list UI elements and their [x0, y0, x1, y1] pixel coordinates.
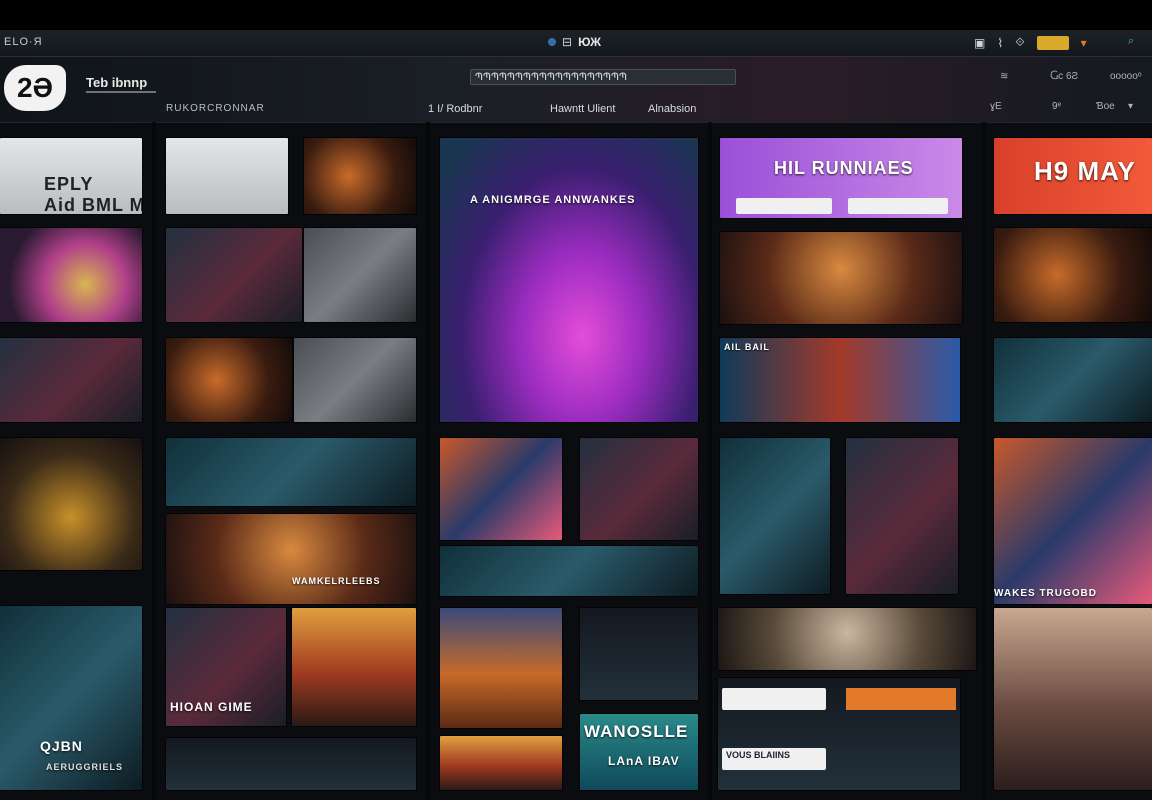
media-tile[interactable] — [846, 438, 958, 594]
header-control-2[interactable]: Ⴚc 6Ƨ — [1050, 71, 1078, 82]
media-tile[interactable] — [994, 608, 1152, 790]
media-tile[interactable] — [292, 608, 416, 726]
title-center: ⊟ ЮЖ — [548, 35, 601, 49]
media-tile[interactable] — [0, 338, 142, 422]
media-tile[interactable] — [166, 228, 302, 322]
shield-icon[interactable]: ▾ — [1081, 36, 1087, 50]
media-tile[interactable] — [440, 546, 698, 596]
brand-underline — [86, 91, 156, 93]
chevron-down-icon[interactable]: ▾ — [1128, 101, 1133, 112]
header-sort-select[interactable]: Ɓoe — [1096, 101, 1115, 112]
title-center-label[interactable]: ЮЖ — [578, 35, 601, 49]
media-tile[interactable] — [580, 438, 698, 540]
media-tile[interactable]: H9 MAY — [994, 138, 1152, 214]
column-divider — [982, 122, 986, 800]
header-control-5[interactable]: 9ᵉ — [1052, 101, 1061, 112]
header-subtitle: RUKORCRONNAR — [166, 103, 265, 114]
tile-caption: H9 MAY — [1034, 156, 1136, 186]
tile-caption: WAMKELRLEEBS — [292, 576, 381, 586]
search-icon[interactable]: ⌕ — [1128, 35, 1134, 48]
media-tile[interactable] — [166, 438, 416, 506]
status-dot-icon — [548, 38, 556, 46]
media-tile[interactable] — [0, 228, 142, 322]
media-tile[interactable]: WAKES TRUGOBD — [994, 438, 1152, 604]
media-tile[interactable] — [720, 232, 962, 324]
tile-button[interactable] — [848, 198, 948, 214]
search-input[interactable] — [470, 69, 736, 85]
media-tile[interactable]: WANOSLLE LAnA IBAV — [580, 714, 698, 790]
tile-orange-bar[interactable] — [846, 688, 956, 710]
media-tile[interactable] — [580, 608, 698, 700]
column-divider — [426, 122, 430, 800]
tile-caption: WANOSLLE — [584, 722, 689, 741]
tile-caption: HIOAN GIME — [170, 700, 253, 714]
link-icon[interactable]: ⟐ — [1015, 35, 1024, 50]
column-divider — [152, 122, 156, 800]
media-tile[interactable]: HIL RUNNIAES — [720, 138, 962, 218]
tile-subcaption: LAnA IBAV — [608, 754, 680, 768]
graph-icon[interactable]: ⌇ — [997, 36, 1003, 50]
media-tile[interactable] — [166, 338, 292, 422]
featured-tile[interactable]: A ANIGMRGE ANNWANKES — [440, 138, 698, 422]
header: 2Ә Teb ibnnp RUKORCRONNAR 1 I/ Rodbnr Ha… — [0, 57, 1152, 123]
tile-caption: AIL BAIL — [724, 342, 770, 352]
media-tile[interactable] — [720, 438, 830, 594]
media-tile[interactable] — [166, 138, 288, 214]
media-tile[interactable]: HIOAN GIME — [166, 608, 286, 726]
tile-label: VOUS BLAIINS — [722, 748, 826, 770]
nav-item-3[interactable]: Alnabsion — [648, 103, 696, 115]
featured-caption: A ANIGMRGE ANNWANKES — [470, 194, 636, 206]
window-icon[interactable]: ▣ — [974, 36, 985, 50]
media-tile[interactable] — [440, 736, 562, 790]
tile-button[interactable] — [722, 688, 826, 710]
tile-caption: WAKES TRUGOBD — [994, 588, 1097, 599]
title-right-icons: ▣ ⌇ ⟐ ▾ — [974, 35, 1087, 50]
header-control-1[interactable]: ≋ — [1000, 71, 1008, 82]
nav-item-2[interactable]: Hawntt Ulient — [550, 103, 615, 115]
header-control-3[interactable]: oooooᵒ — [1110, 71, 1142, 82]
nav-item-1[interactable]: 1 I/ Rodbnr — [428, 103, 482, 115]
logo[interactable]: 2Ә — [4, 65, 66, 111]
media-tile[interactable] — [304, 228, 416, 322]
tile-button[interactable] — [736, 198, 832, 214]
column-divider — [708, 122, 712, 800]
media-tile[interactable] — [440, 438, 562, 540]
media-tile[interactable]: WAMKELRLEEBS — [166, 514, 416, 604]
tile-caption: HIL RUNNIAES — [774, 158, 914, 178]
media-tile[interactable]: EPLY Aid BML MYA — [0, 138, 142, 214]
brand-title: Teb ibnnp — [86, 75, 148, 90]
media-tile[interactable]: AIL BAIL — [720, 338, 960, 422]
media-tile[interactable] — [718, 608, 976, 670]
tile-caption: QJBN — [40, 738, 83, 754]
media-tile[interactable] — [0, 438, 142, 570]
tile-subcaption: AERUGGRIELS — [46, 762, 124, 772]
media-grid: EPLY Aid BML MYA QJBN AERUGGRIELS WAMKEL… — [0, 122, 1152, 800]
media-tile[interactable] — [994, 228, 1152, 322]
media-tile[interactable] — [166, 738, 416, 790]
grid-icon[interactable]: ⊟ — [562, 35, 572, 49]
tile-caption: EPLY Aid BML MYA — [44, 174, 142, 214]
media-tile[interactable] — [994, 338, 1152, 422]
header-control-4[interactable]: ɣE — [990, 101, 1002, 112]
title-bar: ELO·Я ⊟ ЮЖ ▣ ⌇ ⟐ ▾ ⌕ — [0, 30, 1152, 57]
top-strip — [0, 0, 1152, 30]
media-tile[interactable] — [440, 608, 562, 728]
media-tile[interactable] — [294, 338, 416, 422]
media-tile[interactable]: VOUS BLAIINS — [718, 678, 960, 790]
media-tile[interactable]: QJBN AERUGGRIELS — [0, 606, 142, 790]
badge-icon[interactable] — [1036, 35, 1069, 50]
app-title: ELO·Я — [4, 36, 43, 48]
media-tile[interactable] — [304, 138, 416, 214]
